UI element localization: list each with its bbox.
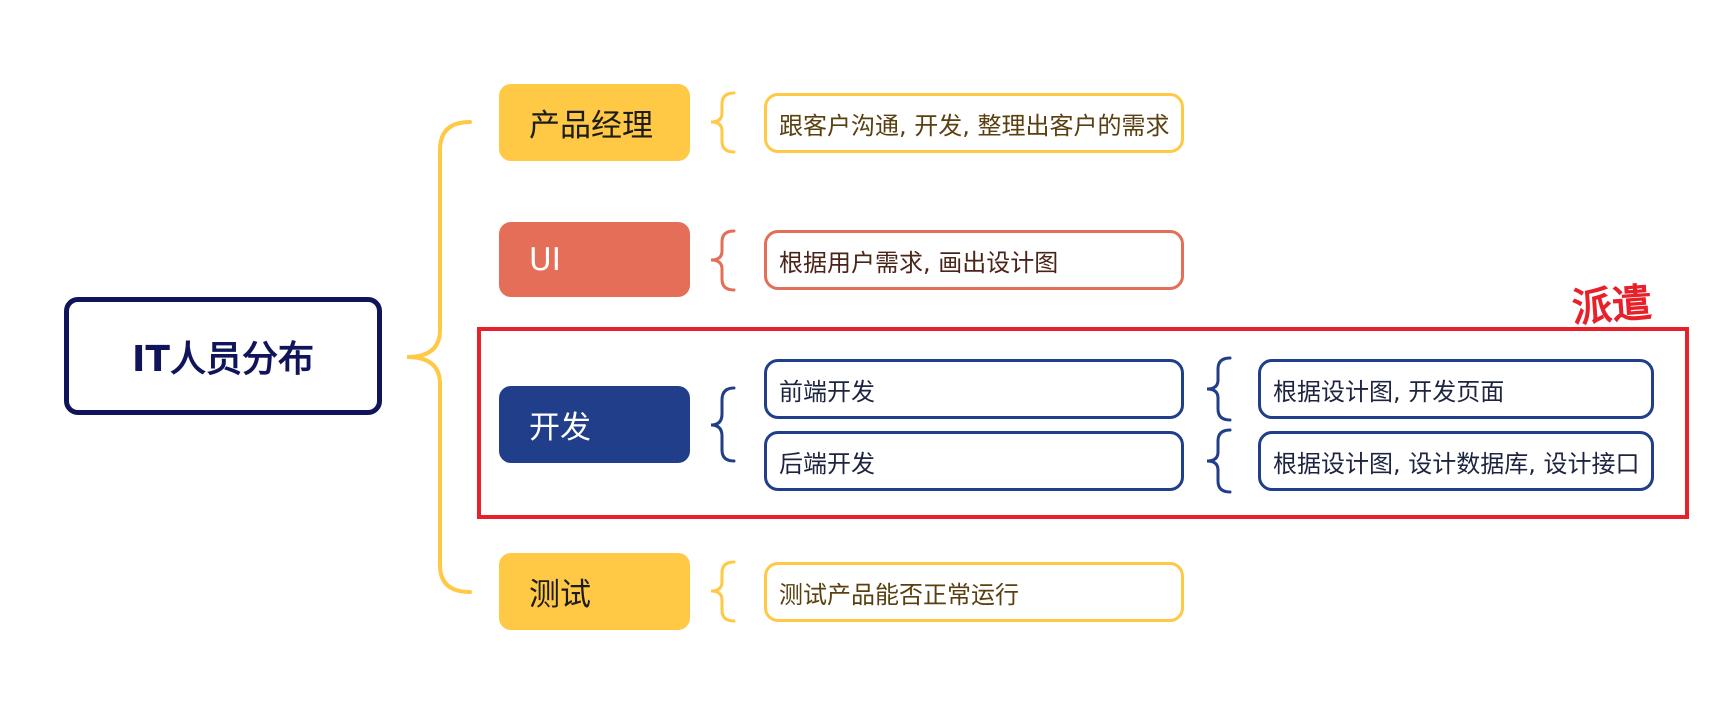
main-bracket bbox=[406, 120, 472, 594]
category-label: 测试 bbox=[529, 577, 591, 613]
brace-ui bbox=[710, 229, 736, 292]
annotation-label: 派遣 bbox=[1570, 279, 1654, 332]
root-label: IT人员分布 bbox=[132, 339, 314, 380]
description-text: 测试产品能否正常运行 bbox=[779, 580, 1019, 609]
category-ui: UI bbox=[499, 222, 690, 297]
brace-pm bbox=[710, 91, 736, 154]
description-testing: 测试产品能否正常运行 bbox=[764, 562, 1184, 622]
category-label: 产品经理 bbox=[529, 108, 653, 144]
description-text: 根据用户需求, 画出设计图 bbox=[779, 248, 1059, 277]
root-node: IT人员分布 bbox=[64, 297, 382, 415]
description-product-manager: 跟客户沟通, 开发, 整理出客户的需求 bbox=[764, 93, 1184, 153]
category-label: UI bbox=[529, 241, 561, 278]
description-text: 跟客户沟通, 开发, 整理出客户的需求 bbox=[779, 111, 1170, 140]
highlight-frame bbox=[477, 327, 1689, 519]
category-testing: 测试 bbox=[499, 553, 690, 630]
brace-test bbox=[710, 560, 736, 623]
category-product-manager: 产品经理 bbox=[499, 84, 690, 161]
description-ui: 根据用户需求, 画出设计图 bbox=[764, 230, 1184, 290]
